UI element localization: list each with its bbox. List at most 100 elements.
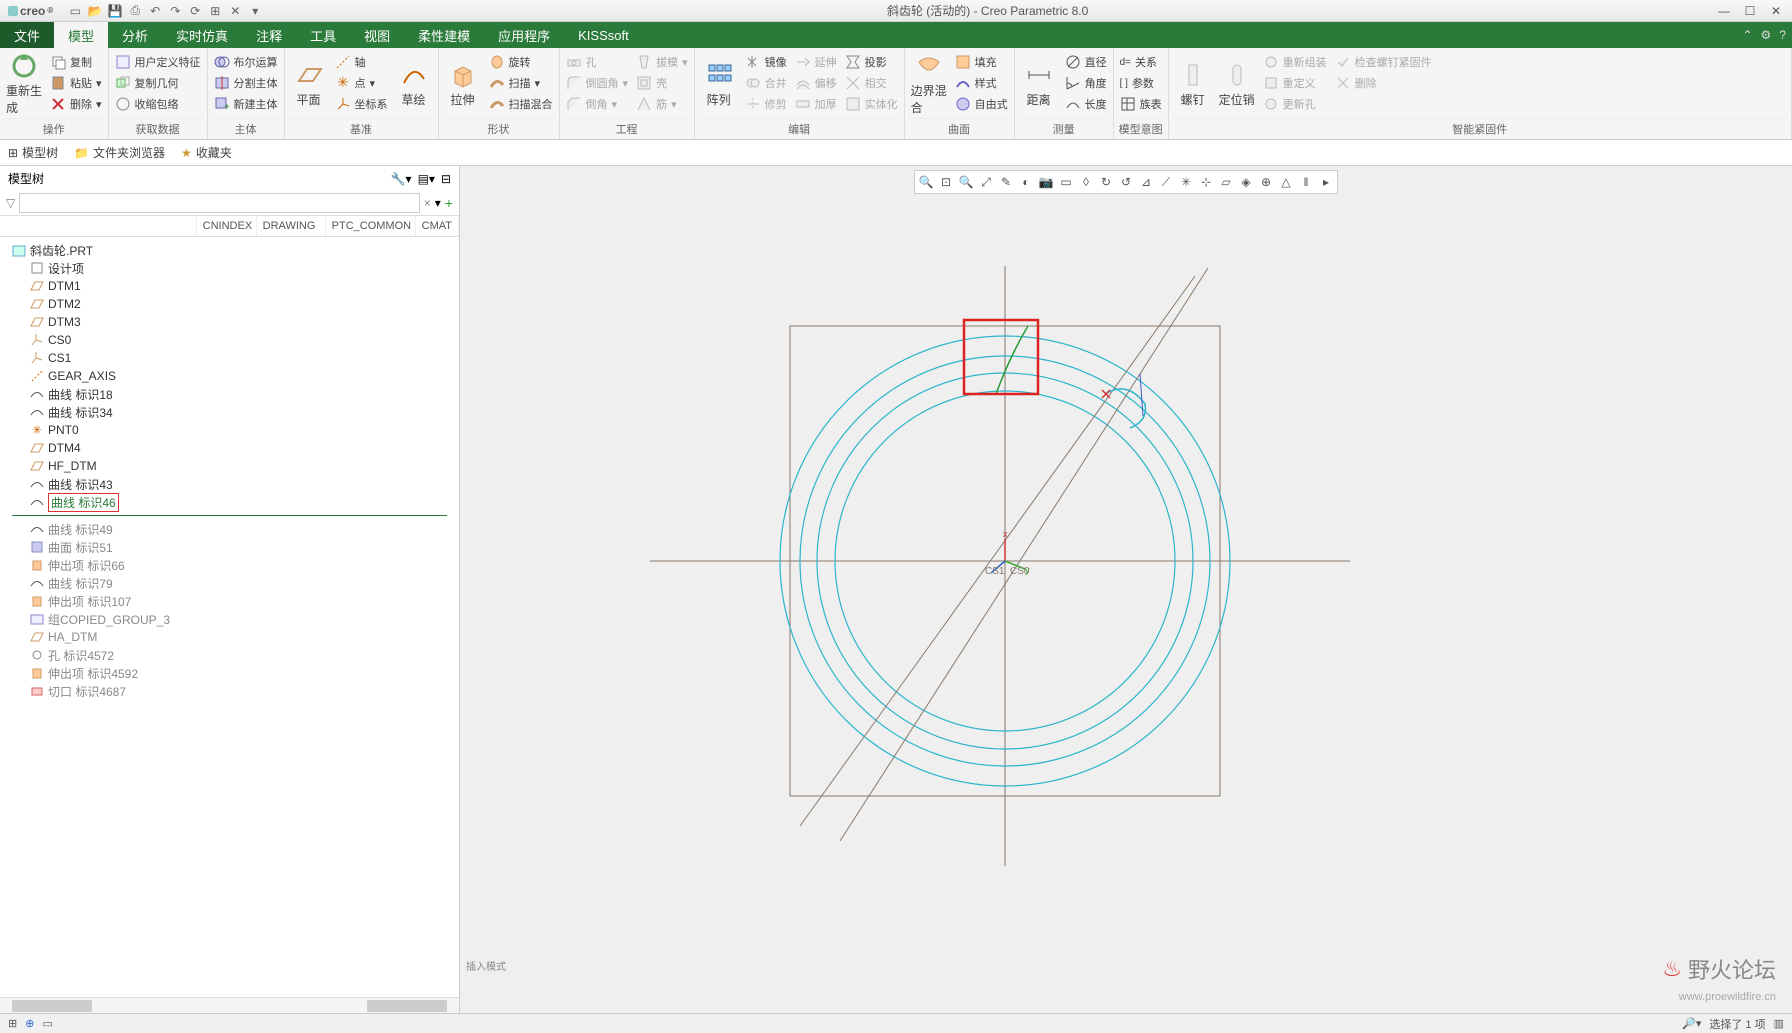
pin-button[interactable]: 定位销 bbox=[1217, 50, 1257, 118]
tab-analysis[interactable]: 分析 bbox=[108, 22, 162, 48]
boundary-button[interactable]: 边界混合 bbox=[909, 50, 949, 118]
merge-button[interactable]: 合并 bbox=[743, 73, 789, 93]
tree-item[interactable]: DTM3 bbox=[0, 313, 459, 331]
zoomin-icon[interactable]: 🔍 bbox=[917, 173, 935, 191]
repaint-icon[interactable]: ✎ bbox=[997, 173, 1015, 191]
tree-item[interactable]: DTM4 bbox=[0, 439, 459, 457]
mirror-button[interactable]: 镜像 bbox=[743, 52, 789, 72]
refit-icon[interactable]: ⤢ bbox=[977, 173, 995, 191]
plane-button[interactable]: 平面 bbox=[289, 50, 329, 118]
check-button[interactable]: 检查螺钉紧固件 bbox=[1333, 52, 1434, 72]
revolve-button[interactable]: 旋转 bbox=[487, 52, 555, 72]
settings-icon[interactable]: ⚙ bbox=[1761, 28, 1772, 42]
famtable-button[interactable]: 族表 bbox=[1118, 94, 1164, 114]
tab-model[interactable]: 模型 bbox=[54, 22, 108, 48]
angle-button[interactable]: 角度 bbox=[1063, 73, 1109, 93]
regen-icon[interactable]: ⟳ bbox=[187, 3, 203, 19]
thicken-button[interactable]: 加厚 bbox=[793, 94, 839, 114]
hole-button[interactable]: 孔 bbox=[564, 52, 631, 72]
tab-view[interactable]: 视图 bbox=[350, 22, 404, 48]
viewmgr-icon[interactable]: ▭ bbox=[1057, 173, 1075, 191]
pattern-button[interactable]: 阵列 bbox=[699, 50, 739, 118]
udf-button[interactable]: 用户定义特征 bbox=[113, 52, 203, 72]
shading-icon[interactable]: ◐ bbox=[1017, 173, 1035, 191]
tree-item[interactable]: DTM2 bbox=[0, 295, 459, 313]
simp-icon[interactable]: △ bbox=[1277, 173, 1295, 191]
filter-input[interactable] bbox=[19, 193, 420, 213]
tree-item[interactable]: 设计项 bbox=[0, 259, 459, 277]
tree-item-suppressed[interactable]: 组COPIED_GROUP_3 bbox=[0, 610, 459, 628]
tab-kisssoft[interactable]: KISSsoft bbox=[564, 22, 643, 48]
copy-button[interactable]: 复制 bbox=[48, 52, 104, 72]
extend-button[interactable]: 延伸 bbox=[793, 52, 839, 72]
tree-item[interactable]: DTM1 bbox=[0, 277, 459, 295]
point-button[interactable]: ✳点▾ bbox=[333, 73, 390, 93]
diameter-button[interactable]: 直径 bbox=[1063, 52, 1109, 72]
ribbon-collapse-icon[interactable]: ⌃ bbox=[1742, 28, 1752, 42]
tree-item-suppressed[interactable]: 伸出项 标识4592 bbox=[0, 664, 459, 682]
freestyle-button[interactable]: 自由式 bbox=[953, 94, 1010, 114]
zoomfit-icon[interactable]: ⊡ bbox=[937, 173, 955, 191]
paste-button[interactable]: 粘贴▾ bbox=[48, 73, 104, 93]
shell-button[interactable]: 壳 bbox=[634, 73, 690, 93]
pause-icon[interactable]: ‖ bbox=[1297, 173, 1315, 191]
windows-icon[interactable]: ⊞ bbox=[207, 3, 223, 19]
csys-disp-icon[interactable]: ⊹ bbox=[1197, 173, 1215, 191]
tol-disp-icon[interactable]: ⊕ bbox=[1257, 173, 1275, 191]
zoomout-icon[interactable]: 🔍 bbox=[957, 173, 975, 191]
trim-button[interactable]: 修剪 bbox=[743, 94, 789, 114]
tree-item[interactable]: 曲线 标识34 bbox=[0, 403, 459, 421]
close-icon[interactable]: ✕ bbox=[1764, 4, 1788, 18]
distance-button[interactable]: 距离 bbox=[1019, 50, 1059, 118]
intersect-button[interactable]: 相交 bbox=[843, 73, 900, 93]
selfilter-icon[interactable]: ▥ bbox=[1774, 1017, 1784, 1030]
redo-icon[interactable] bbox=[167, 3, 183, 19]
tree-item[interactable]: 曲线 标识43 bbox=[0, 475, 459, 493]
help-icon[interactable]: ? bbox=[1779, 28, 1786, 42]
reassemble-button[interactable]: 重新组装 bbox=[1261, 52, 1329, 72]
tab-file[interactable]: 文件 bbox=[0, 22, 54, 48]
tab-tools[interactable]: 工具 bbox=[296, 22, 350, 48]
spin-icon[interactable]: ↻ bbox=[1097, 173, 1115, 191]
tree-show-icon[interactable]: ⊟ bbox=[441, 172, 451, 186]
boolean-button[interactable]: 布尔运算 bbox=[212, 52, 280, 72]
tree-root[interactable]: 斜齿轮.PRT bbox=[0, 241, 459, 259]
undo-icon[interactable] bbox=[147, 3, 163, 19]
favorites-tab[interactable]: ★收藏夹 bbox=[181, 144, 232, 161]
point-disp-icon[interactable]: ✳ bbox=[1177, 173, 1195, 191]
csys-button[interactable]: 坐标系 bbox=[333, 94, 390, 114]
fill-button[interactable]: 填充 bbox=[953, 52, 1010, 72]
tree-item-suppressed[interactable]: 孔 标识4572 bbox=[0, 646, 459, 664]
tree-item[interactable]: 曲线 标识18 bbox=[0, 385, 459, 403]
annot-disp-icon[interactable]: ◈ bbox=[1237, 173, 1255, 191]
updatehole-button[interactable]: 更新孔 bbox=[1261, 94, 1329, 114]
tree-settings-icon[interactable]: 🔧▾ bbox=[391, 172, 412, 186]
maximize-icon[interactable]: ☐ bbox=[1738, 4, 1762, 18]
minimize-icon[interactable]: — bbox=[1712, 4, 1736, 18]
tree-item[interactable]: CS1 bbox=[0, 349, 459, 367]
stop-icon[interactable]: ▸ bbox=[1317, 173, 1335, 191]
tree-item[interactable]: 曲线 标识46 bbox=[0, 493, 459, 511]
save-icon[interactable]: 💾 bbox=[107, 3, 123, 19]
axis-disp-icon[interactable]: ⟋ bbox=[1157, 173, 1175, 191]
solidify-button[interactable]: 实体化 bbox=[843, 94, 900, 114]
tree-item[interactable]: CS0 bbox=[0, 331, 459, 349]
sb-tree-icon[interactable]: ⊞ bbox=[8, 1017, 17, 1030]
close-win-icon[interactable]: ✕ bbox=[227, 3, 243, 19]
extrude-button[interactable]: 拉伸 bbox=[443, 50, 483, 118]
print-icon[interactable]: ⎙ bbox=[127, 3, 143, 19]
plane-disp-icon[interactable]: ▱ bbox=[1217, 173, 1235, 191]
fdelete-button[interactable]: 删除 bbox=[1333, 73, 1434, 93]
graphics-area[interactable]: 🔍 ⊡ 🔍 ⤢ ✎ ◐ 📷 ▭ ◊ ↻ ↺ ⊿ ⟋ ✳ ⊹ ▱ ◈ ⊕ △ ‖ … bbox=[460, 166, 1792, 1013]
tree-filter-icon[interactable]: ▤▾ bbox=[418, 172, 435, 186]
model-tree[interactable]: 斜齿轮.PRT 设计项DTM1DTM2DTM3CS0CS1GEAR_AXIS曲线… bbox=[0, 237, 459, 997]
relations-button[interactable]: d=关系 bbox=[1118, 52, 1164, 72]
folder-tab[interactable]: 📁文件夹浏览器 bbox=[74, 144, 165, 161]
copygeom-button[interactable]: 复制几何 bbox=[113, 73, 203, 93]
rib-button[interactable]: 筋▾ bbox=[634, 94, 690, 114]
datum-disp-icon[interactable]: ⊿ bbox=[1137, 173, 1155, 191]
length-button[interactable]: 长度 bbox=[1063, 94, 1109, 114]
filter-icon[interactable]: ▽ bbox=[6, 196, 15, 210]
new-icon[interactable]: ▭ bbox=[67, 3, 83, 19]
tab-apps[interactable]: 应用程序 bbox=[484, 22, 564, 48]
